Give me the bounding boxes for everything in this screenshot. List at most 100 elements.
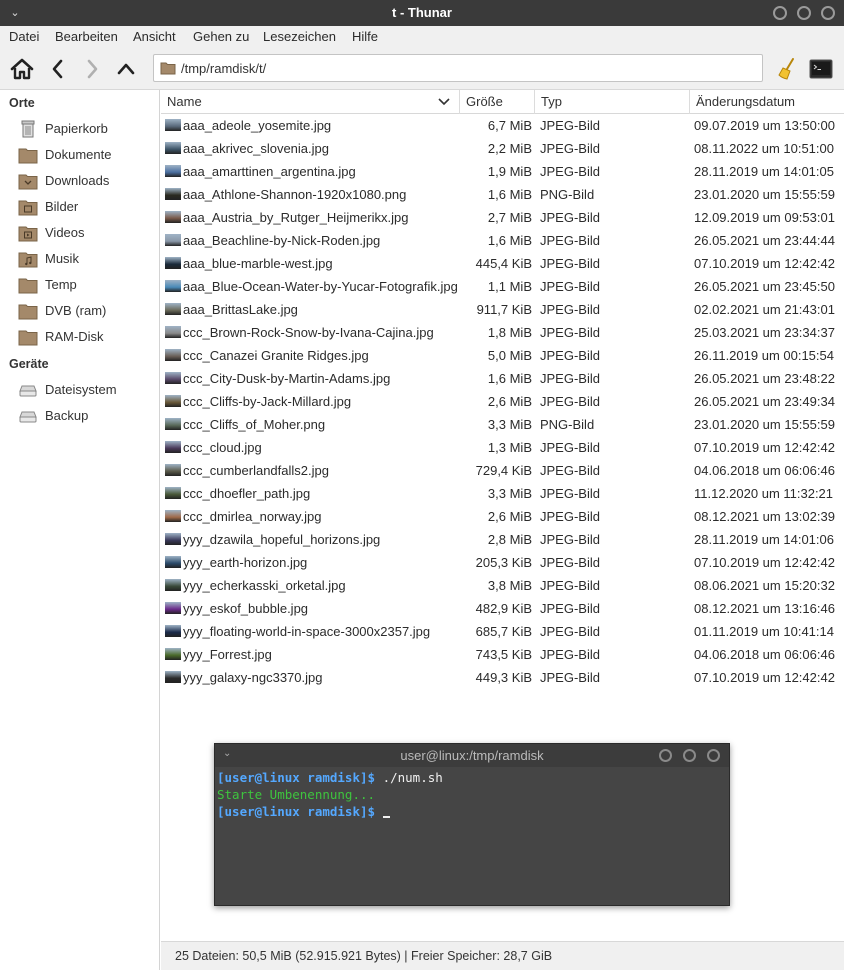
menu-hilfe[interactable]: Hilfe [352, 29, 378, 44]
file-row[interactable]: yyy_earth-horizon.jpg 205,3 KiB JPEG-Bild 0… [161, 551, 844, 574]
file-row[interactable]: ccc_cloud.jpg 1,3 MiB JPEG-Bild 07.10.2019 … [161, 436, 844, 459]
file-size: 482,9 KiB [475, 601, 532, 616]
terminal-output[interactable]: [user@linux ramdisk]$ ./num.sh Starte Um… [215, 767, 729, 905]
menu-gehen-zu[interactable]: Gehen zu [193, 29, 249, 44]
open-terminal-button[interactable] [807, 55, 835, 83]
column-size[interactable]: Größe [466, 90, 503, 114]
column-type[interactable]: Typ [541, 90, 562, 114]
file-row[interactable]: ccc_Cliffs_of_Moher.png 3,3 MiB PNG-Bild 23… [161, 413, 844, 436]
file-date: 07.10.2019 um 12:42:42 [694, 670, 835, 685]
parent-folder-button[interactable] [112, 55, 140, 83]
file-row[interactable]: yyy_Forrest.jpg 743,5 KiB JPEG-Bild 04.06.2… [161, 643, 844, 666]
menu-ansicht[interactable]: Ansicht [133, 29, 176, 44]
forward-button[interactable] [78, 55, 106, 83]
folder-music-icon [18, 252, 38, 268]
column-name[interactable]: Name [167, 90, 202, 114]
terminal-output-line: Starte Umbenennung... [217, 787, 376, 802]
file-type: JPEG-Bild [540, 256, 600, 271]
menu-bearbeiten[interactable]: Bearbeiten [55, 29, 118, 44]
sidebar-item-dokumente[interactable]: Dokumente [18, 144, 158, 166]
home-button[interactable] [8, 55, 36, 83]
file-row[interactable]: ccc_Cliffs-by-Jack-Millard.jpg 2,6 MiB JPE… [161, 390, 844, 413]
file-size: 3,3 MiB [487, 417, 532, 432]
sidebar-item-bilder[interactable]: Bilder [18, 196, 158, 218]
sort-chevron-down-icon[interactable] [438, 98, 450, 106]
file-date: 11.12.2020 um 11:32:21 [694, 486, 834, 501]
file-date: 23.01.2020 um 15:55:59 [694, 417, 835, 432]
image-thumbnail-icon [165, 579, 181, 591]
terminal-close-button[interactable] [707, 749, 720, 762]
location-bar[interactable]: /tmp/ramdisk/t/ [153, 54, 763, 82]
close-button[interactable] [821, 6, 835, 20]
file-name: yyy_earth-horizon.jpg [183, 555, 308, 570]
file-row[interactable]: aaa_amarttinen_argentina.jpg 1,9 MiB JPEG-… [161, 160, 844, 183]
sidebar-item-musik[interactable]: Musik [18, 248, 158, 270]
file-date: 08.11.2022 um 10:51:00 [694, 141, 834, 156]
terminal-window[interactable]: ⌄ user@linux:/tmp/ramdisk [user@linux ra… [214, 743, 730, 906]
file-row[interactable]: yyy_echerkasski_orketal.jpg 3,8 MiB JPEG-B… [161, 574, 844, 597]
file-row[interactable]: yyy_dzawila_hopeful_horizons.jpg 2,8 MiB J… [161, 528, 844, 551]
file-size: 2,6 MiB [487, 394, 532, 409]
sidebar-item-ram-disk[interactable]: RAM-Disk [18, 326, 158, 348]
file-row[interactable]: ccc_Brown-Rock-Snow-by-Ivana-Cajina.jpg 1… [161, 321, 844, 344]
file-type: PNG-Bild [540, 417, 595, 432]
image-thumbnail-icon [165, 326, 181, 338]
maximize-button[interactable] [797, 6, 811, 20]
file-row[interactable]: yyy_galaxy-ngc3370.jpg 449,3 KiB JPEG-Bild… [161, 666, 844, 689]
sidebar-item-backup[interactable]: Backup [18, 405, 158, 427]
column-date[interactable]: Änderungsdatum [696, 90, 795, 114]
file-name: ccc_Cliffs_of_Moher.png [183, 417, 326, 432]
file-size: 2,7 MiB [487, 210, 532, 225]
file-date: 08.12.2021 um 13:02:39 [694, 509, 835, 524]
file-row[interactable]: yyy_floating-world-in-space-3000x2357.jp… [161, 620, 844, 643]
terminal-maximize-button[interactable] [683, 749, 696, 762]
sidebar-item-downloads[interactable]: Downloads [18, 170, 158, 192]
file-row[interactable]: aaa_BrittasLake.jpg 911,7 KiB JPEG-Bild 02.… [161, 298, 844, 321]
sidebar-item-dvb-ram[interactable]: DVB (ram) [18, 300, 158, 322]
file-date: 26.11.2019 um 00:15:54 [694, 348, 834, 363]
file-name: aaa_BrittasLake.jpg [183, 302, 298, 317]
file-row[interactable]: aaa_akrivec_slovenia.jpg 2,2 MiB JPEG-Bild… [161, 137, 844, 160]
file-row[interactable]: aaa_Beachline-by-Nick-Roden.jpg 1,6 MiB JP… [161, 229, 844, 252]
file-type: JPEG-Bild [540, 486, 600, 501]
terminal-minimize-button[interactable] [659, 749, 672, 762]
window-titlebar[interactable]: ⌄ t - Thunar [0, 0, 844, 26]
file-row[interactable]: ccc_City-Dusk-by-Martin-Adams.jpg 1,6 MiB… [161, 367, 844, 390]
file-row[interactable]: aaa_adeole_yosemite.jpg 6,7 MiB JPEG-Bild 0… [161, 114, 844, 137]
sidebar-item-dateisystem[interactable]: Dateisystem [18, 379, 158, 401]
file-row[interactable]: ccc_dhoefler_path.jpg 3,3 MiB JPEG-Bild 11.… [161, 482, 844, 505]
file-type: JPEG-Bild [540, 670, 600, 685]
file-type: JPEG-Bild [540, 463, 600, 478]
file-row[interactable]: ccc_dmirlea_norway.jpg 2,6 MiB JPEG-Bild 08… [161, 505, 844, 528]
file-row[interactable]: aaa_Blue-Ocean-Water-by-Yucar-Fotografik… [161, 275, 844, 298]
file-date: 26.05.2021 um 23:44:44 [694, 233, 835, 248]
minimize-button[interactable] [773, 6, 787, 20]
file-name: ccc_cumberlandfalls2.jpg [183, 463, 329, 478]
back-button[interactable] [44, 55, 72, 83]
image-thumbnail-icon [165, 602, 181, 614]
sidebar-item-videos[interactable]: Videos [18, 222, 158, 244]
menu-lesezeichen[interactable]: Lesezeichen [263, 29, 336, 44]
file-type: JPEG-Bild [540, 394, 600, 409]
sidebar-item-papierkorb[interactable]: Papierkorb [18, 118, 158, 140]
sidebar-item-label: Dateisystem [45, 382, 117, 397]
sidebar-item-temp[interactable]: Temp [18, 274, 158, 296]
file-row[interactable]: yyy_eskof_bubble.jpg 482,9 KiB JPEG-Bild 08… [161, 597, 844, 620]
file-type: JPEG-Bild [540, 440, 600, 455]
file-type: JPEG-Bild [540, 302, 600, 317]
terminal-titlebar[interactable]: ⌄ user@linux:/tmp/ramdisk [215, 744, 729, 767]
file-row[interactable]: aaa_blue-marble-west.jpg 445,4 KiB JPEG-Bi… [161, 252, 844, 275]
image-thumbnail-icon [165, 464, 181, 476]
file-row[interactable]: aaa_Austria_by_Rutger_Heijmerikx.jpg 2,7 … [161, 206, 844, 229]
file-row[interactable]: aaa_Athlone-Shannon-1920x1080.png 1,6 MiB… [161, 183, 844, 206]
file-size: 2,2 MiB [487, 141, 532, 156]
file-row[interactable]: ccc_Canazei Granite Ridges.jpg 5,0 MiB JPE… [161, 344, 844, 367]
file-date: 04.06.2018 um 06:06:46 [694, 647, 835, 662]
file-date: 07.10.2019 um 12:42:42 [694, 256, 835, 271]
clear-button[interactable] [773, 55, 801, 83]
file-size: 1,6 MiB [487, 187, 532, 202]
menu-datei[interactable]: Datei [9, 29, 39, 44]
file-row[interactable]: ccc_cumberlandfalls2.jpg 729,4 KiB JPEG-Bi… [161, 459, 844, 482]
file-date: 26.05.2021 um 23:49:34 [694, 394, 835, 409]
file-size: 1,6 MiB [487, 233, 532, 248]
